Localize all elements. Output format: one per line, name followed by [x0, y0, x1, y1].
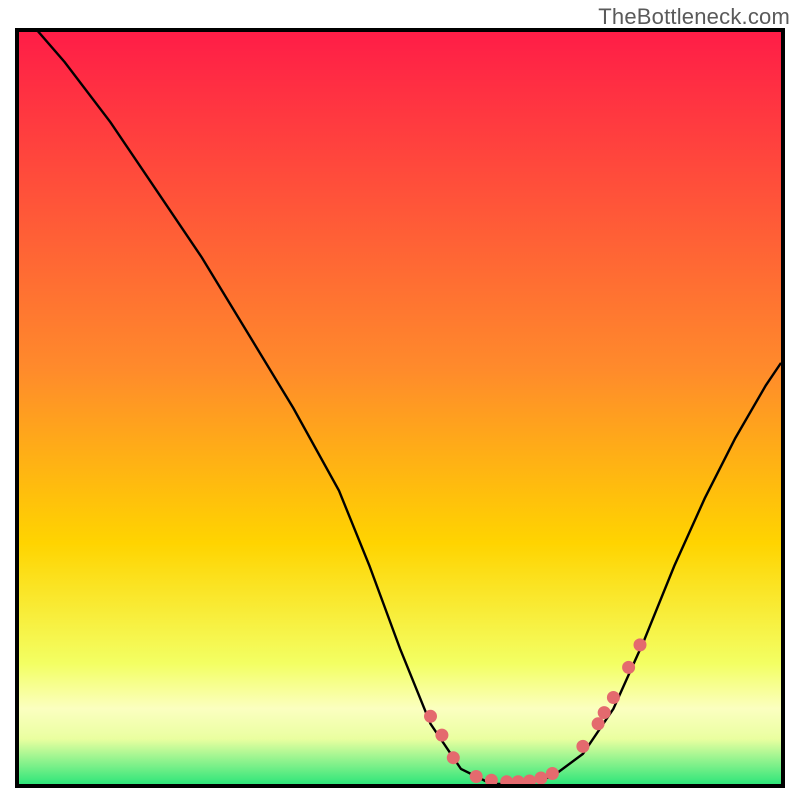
- data-point: [470, 770, 483, 783]
- chart-svg: [19, 32, 781, 784]
- data-point: [435, 729, 448, 742]
- chart-container: TheBottleneck.com: [0, 0, 800, 800]
- gradient-background: [19, 32, 781, 784]
- data-point: [622, 661, 635, 674]
- data-point: [424, 710, 437, 723]
- data-point: [576, 740, 589, 753]
- data-point: [598, 706, 611, 719]
- data-point: [535, 772, 548, 785]
- data-point: [592, 717, 605, 730]
- plot-area: [15, 28, 785, 788]
- attribution-label: TheBottleneck.com: [598, 4, 790, 30]
- data-point: [447, 751, 460, 764]
- data-point: [607, 691, 620, 704]
- data-point: [546, 767, 559, 780]
- data-point: [634, 638, 647, 651]
